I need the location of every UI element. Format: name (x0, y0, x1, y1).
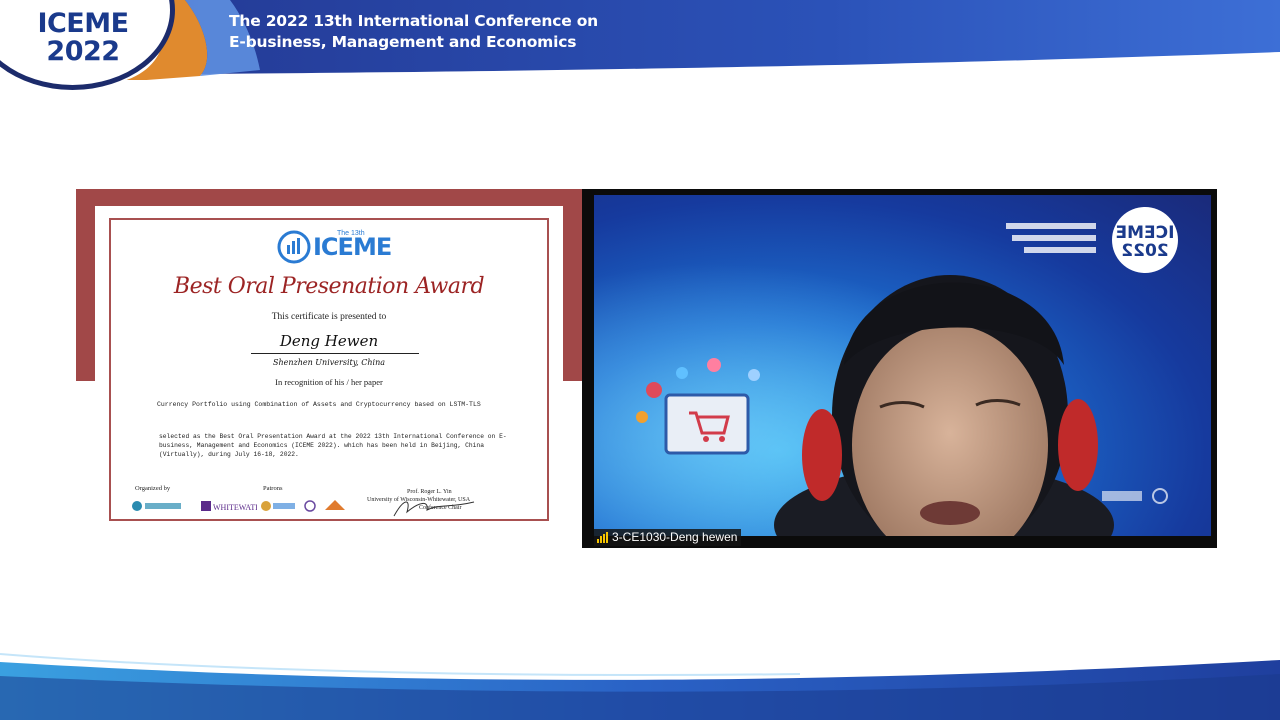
conference-title-line2: E-business, Management and Economics (229, 33, 577, 51)
paper-title: Currency Portfolio using Combination of … (157, 401, 481, 408)
participant-name-tag: 3-CE1030-Deng hewen (594, 529, 742, 546)
conference-title: The 2022 13th International Conference o… (229, 11, 598, 53)
patron-logo-4 (325, 500, 345, 510)
certificate-logo-subtitle: The 13th (337, 230, 365, 237)
patron-logo-3 (304, 500, 316, 512)
conference-banner: ICEME 2022 The 2022 13th International C… (0, 0, 1280, 90)
recipient-underline (251, 353, 419, 354)
selection-statement: selected as the Best Oral Presentation A… (159, 433, 507, 458)
participant-video-feed: ICEME 2022 (594, 195, 1211, 536)
recipient-affiliation: Shenzhen University, China (272, 358, 386, 367)
banner-background (125, 0, 1280, 80)
background-logo-badge: ICEME 2022 (1112, 207, 1178, 273)
certificate-panel: ICEME The 13th Best Oral Presenation Awa… (76, 189, 582, 544)
whitewater-logo-text: WHITEWATER (213, 503, 257, 512)
organizer-logo (132, 501, 181, 511)
certificate-logo-text: ICEME (313, 233, 392, 261)
recognition-text: In recognition of his / her paper (275, 377, 383, 387)
recipient-name: Deng Hewen (279, 332, 379, 350)
participant-video-tile[interactable]: ICEME 2022 3-CE1030-Deng hewen (582, 189, 1217, 548)
whitewater-logo: WHITEWATER (201, 501, 257, 512)
conference-title-line1: The 2022 13th International Conference o… (229, 12, 598, 30)
conference-logo: ICEME 2022 (28, 10, 138, 66)
participant-name: 3-CE1030-Deng hewen (612, 530, 738, 544)
chair-signature (393, 501, 475, 517)
video-scene: ICEME 2022 (594, 195, 1211, 536)
footer-wave (0, 653, 1280, 720)
presented-to-text: This certificate is presented to (271, 312, 387, 322)
organized-by-label: Organized by (135, 485, 171, 492)
certificate-frame: ICEME The 13th Best Oral Presenation Awa… (109, 218, 549, 521)
award-title: Best Oral Presenation Award (173, 274, 485, 299)
globe-icon (277, 230, 311, 264)
chair-name: Prof. Roger L. Yin (407, 489, 452, 495)
background-logo-line1: ICEME (1116, 223, 1175, 243)
background-logo-line2: 2022 (1121, 241, 1168, 261)
patrons-label: Patrons (263, 485, 283, 492)
patron-logo-2 (261, 501, 295, 511)
logo-line2: 2022 (46, 36, 120, 67)
logo-line1: ICEME (37, 8, 129, 39)
certificate-logo: ICEME The 13th (277, 230, 392, 264)
signal-strength-icon (597, 532, 608, 543)
